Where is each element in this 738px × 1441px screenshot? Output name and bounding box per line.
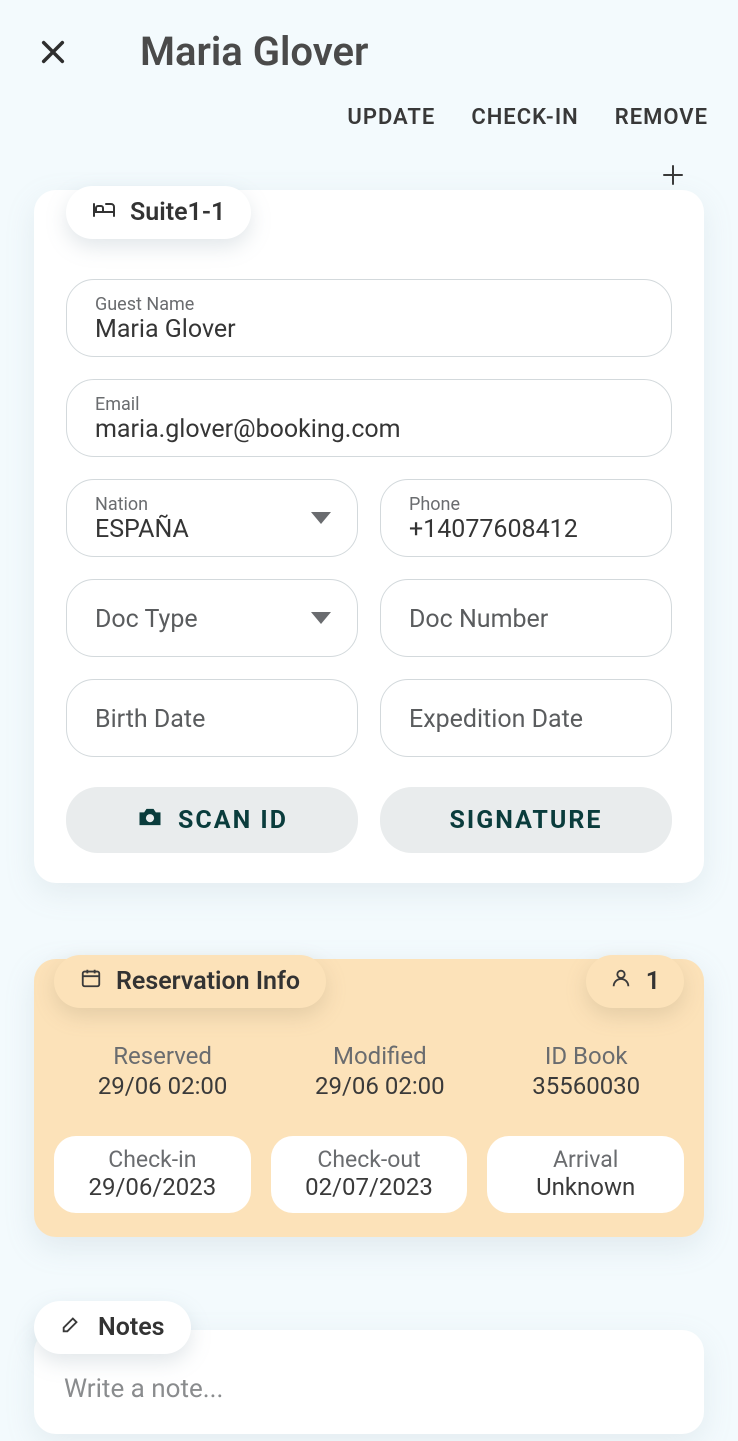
idbook-value: 35560030 (532, 1072, 640, 1100)
nation-label: Nation (95, 494, 329, 515)
checkin-pill[interactable]: Check-in 29/06/2023 (54, 1136, 251, 1213)
calendar-icon (80, 967, 102, 996)
arrival-value: Unknown (493, 1173, 678, 1201)
guest-count-value: 1 (646, 967, 660, 996)
update-button[interactable]: UPDATE (347, 105, 435, 130)
suite-label: Suite1-1 (130, 198, 225, 227)
checkin-label: Check-in (60, 1146, 245, 1173)
notes-label: Notes (98, 1313, 165, 1342)
notes-input[interactable] (64, 1374, 674, 1404)
modified-label: Modified (315, 1042, 445, 1070)
guest-name-value: Maria Glover (95, 315, 643, 344)
reservation-info-chip[interactable]: Reservation Info (54, 955, 326, 1008)
expedition-date-field[interactable]: Expedition Date (380, 679, 672, 757)
scan-id-label: SCAN ID (178, 806, 288, 835)
close-icon[interactable] (36, 35, 70, 69)
modified-value: 29/06 02:00 (315, 1072, 445, 1100)
reserved-item: Reserved 29/06 02:00 (98, 1042, 228, 1100)
reservation-info-label: Reservation Info (116, 967, 300, 996)
nation-select[interactable]: Nation ESPAÑA (66, 479, 358, 557)
arrival-pill[interactable]: Arrival Unknown (487, 1136, 684, 1213)
doc-type-select[interactable]: Doc Type (66, 579, 358, 657)
checkin-value: 29/06/2023 (60, 1173, 245, 1201)
idbook-item: ID Book 35560030 (532, 1042, 640, 1100)
arrival-label: Arrival (493, 1146, 678, 1173)
page-title: Maria Glover (140, 28, 368, 75)
suite-chip[interactable]: Suite1-1 (66, 186, 251, 239)
idbook-label: ID Book (532, 1042, 640, 1070)
person-icon (610, 967, 632, 996)
action-bar: UPDATE CHECK-IN REMOVE (0, 75, 738, 130)
doc-number-field[interactable]: Doc Number (380, 579, 672, 657)
guest-count-chip[interactable]: 1 (586, 955, 684, 1008)
checkout-label: Check-out (277, 1146, 462, 1173)
email-field[interactable]: Email maria.glover@booking.com (66, 379, 672, 457)
guest-name-field[interactable]: Guest Name Maria Glover (66, 279, 672, 357)
chevron-down-icon (311, 612, 331, 624)
guest-name-label: Guest Name (95, 294, 643, 315)
chevron-down-icon (311, 512, 331, 524)
email-label: Email (95, 394, 643, 415)
nation-value: ESPAÑA (95, 515, 329, 544)
signature-label: SIGNATURE (450, 806, 603, 835)
birth-date-field[interactable]: Birth Date (66, 679, 358, 757)
phone-field[interactable]: Phone +14077608412 (380, 479, 672, 557)
camera-icon (136, 805, 164, 836)
reserved-value: 29/06 02:00 (98, 1072, 228, 1100)
add-button[interactable] (658, 160, 688, 190)
birth-date-placeholder: Birth Date (95, 705, 329, 734)
doc-number-placeholder: Doc Number (409, 605, 643, 634)
phone-value: +14077608412 (409, 515, 643, 544)
checkin-button[interactable]: CHECK-IN (471, 105, 578, 130)
checkout-pill[interactable]: Check-out 02/07/2023 (271, 1136, 468, 1213)
doc-type-placeholder: Doc Type (95, 605, 329, 634)
phone-label: Phone (409, 494, 643, 515)
email-value: maria.glover@booking.com (95, 415, 643, 444)
notes-chip[interactable]: Notes (34, 1301, 191, 1354)
modified-item: Modified 29/06 02:00 (315, 1042, 445, 1100)
bed-icon (92, 198, 116, 227)
remove-button[interactable]: REMOVE (615, 105, 708, 130)
signature-button[interactable]: SIGNATURE (380, 787, 672, 853)
reserved-label: Reserved (98, 1042, 228, 1070)
guest-card: Suite1-1 Guest Name Maria Glover Email m… (34, 190, 704, 883)
edit-icon (60, 1313, 82, 1342)
reservation-card: Reservation Info 1 Reserved 29/06 02:00 … (34, 959, 704, 1237)
expedition-date-placeholder: Expedition Date (409, 705, 643, 734)
scan-id-button[interactable]: SCAN ID (66, 787, 358, 853)
checkout-value: 02/07/2023 (277, 1173, 462, 1201)
